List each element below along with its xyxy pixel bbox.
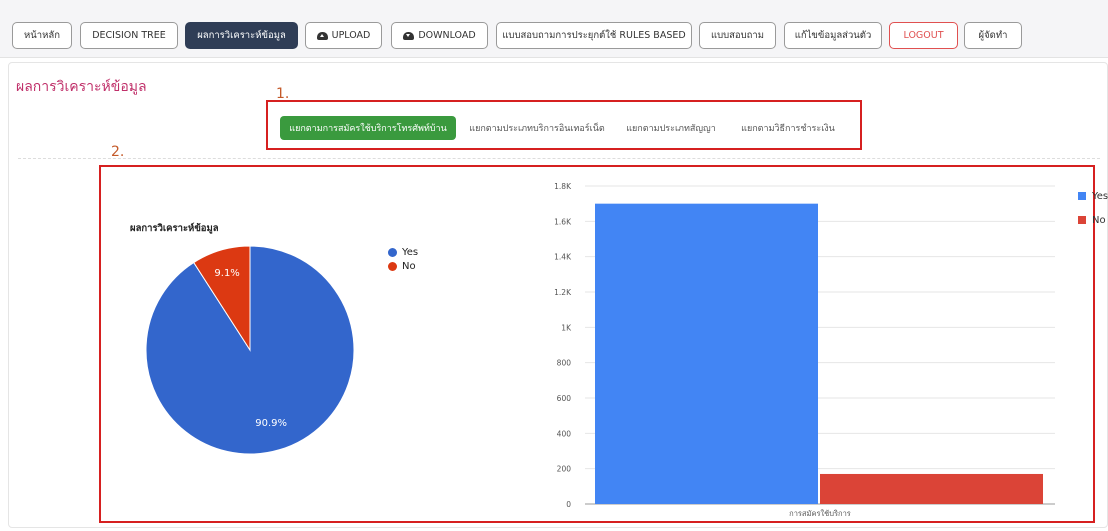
y-tick-label: 1.8K bbox=[554, 182, 572, 191]
nav-download-label: DOWNLOAD bbox=[418, 30, 476, 41]
tab-contract-type[interactable]: แยกตามประเภทสัญญา bbox=[620, 116, 722, 140]
nav-home-button[interactable]: หน้าหลัก bbox=[12, 22, 72, 49]
y-tick-label: 400 bbox=[557, 429, 572, 438]
tab-payment-method[interactable]: แยกตามวิธีการชำระเงิน bbox=[732, 116, 844, 140]
tab-home-phone-label: แยกตามการสมัครใช้บริการโทรศัพท์บ้าน bbox=[289, 124, 447, 134]
nav-logout-button[interactable]: LOGOUT bbox=[889, 22, 958, 49]
y-tick-label: 1K bbox=[561, 323, 572, 332]
nav-rules-survey-button[interactable]: แบบสอบถามการประยุกต์ใช้ RULES BASED bbox=[496, 22, 692, 49]
tab-payment-method-label: แยกตามวิธีการชำระเงิน bbox=[741, 124, 835, 134]
nav-decision-tree-label: DECISION TREE bbox=[92, 30, 166, 41]
y-tick-label: 0 bbox=[566, 500, 571, 509]
bar-legend-yes: Yes bbox=[1078, 184, 1108, 208]
legend-no-dot bbox=[388, 261, 397, 271]
bar-no[interactable] bbox=[820, 473, 1043, 504]
y-tick-label: 200 bbox=[557, 465, 572, 474]
nav-authors-button[interactable]: ผู้จัดทำ bbox=[964, 22, 1022, 49]
bar-chart: 0 200 400 600 800 1K 1.2K 1.4K 1.6K 1.8K การสมัครใ… bbox=[554, 182, 1055, 518]
nav-logout-label: LOGOUT bbox=[903, 30, 944, 41]
cloud-download-icon bbox=[403, 31, 415, 40]
legend-yes-square bbox=[1078, 192, 1086, 200]
pie-slice-label-no: 9.1% bbox=[214, 268, 239, 279]
nav-edit-profile-label: แก้ไขข้อมูลส่วนตัว bbox=[794, 30, 872, 41]
bar-legend: Yes No bbox=[1078, 184, 1108, 232]
nav-authors-label: ผู้จัดทำ bbox=[978, 30, 1008, 41]
nav-analysis-button[interactable]: ผลการวิเคราะห์ข้อมูล bbox=[185, 22, 298, 49]
nav-rules-survey-label: แบบสอบถามการประยุกต์ใช้ RULES BASED bbox=[502, 30, 686, 41]
legend-no-square bbox=[1078, 216, 1086, 224]
nav-home-label: หน้าหลัก bbox=[24, 30, 60, 41]
nav-upload-label: UPLOAD bbox=[331, 30, 371, 41]
nav-download-button[interactable]: DOWNLOAD bbox=[391, 22, 488, 49]
cloud-upload-icon bbox=[316, 31, 328, 40]
pie-legend: Yes No bbox=[388, 245, 418, 273]
y-tick-label: 1.6K bbox=[554, 217, 572, 226]
tab-internet-service[interactable]: แยกตามประเภทบริการอินเทอร์เน็ต bbox=[462, 116, 612, 140]
pie-legend-no-label: No bbox=[402, 260, 416, 272]
tab-internet-service-label: แยกตามประเภทบริการอินเทอร์เน็ต bbox=[469, 124, 605, 134]
pie-slice-label-yes: 90.9% bbox=[255, 418, 287, 429]
legend-yes-dot bbox=[388, 247, 397, 257]
bar-legend-no-label: No bbox=[1092, 214, 1106, 226]
pie-chart-title: ผลการวิเคราะห์ข้อมูล bbox=[130, 223, 219, 234]
nav-edit-profile-button[interactable]: แก้ไขข้อมูลส่วนตัว bbox=[784, 22, 882, 49]
section-divider bbox=[18, 158, 1100, 159]
page-title: ผลการวิเคราะห์ข้อมูล bbox=[16, 79, 147, 95]
bar-yes[interactable] bbox=[595, 203, 818, 504]
nav-upload-button[interactable]: UPLOAD bbox=[305, 22, 382, 49]
nav-survey-label: แบบสอบถาม bbox=[710, 30, 765, 41]
y-tick-label: 600 bbox=[557, 394, 572, 403]
pie-legend-yes-label: Yes bbox=[402, 246, 419, 258]
pie-legend-no: No bbox=[388, 259, 418, 273]
tab-home-phone[interactable]: แยกตามการสมัครใช้บริการโทรศัพท์บ้าน bbox=[280, 116, 456, 140]
nav-analysis-label: ผลการวิเคราะห์ข้อมูล bbox=[197, 30, 286, 41]
nav-decision-tree-button[interactable]: DECISION TREE bbox=[80, 22, 178, 49]
pie-legend-yes: Yes bbox=[388, 245, 418, 259]
top-nav: หน้าหลัก DECISION TREE ผลการวิเคราะห์ข้อ… bbox=[0, 0, 1108, 58]
y-tick-label: 1.2K bbox=[554, 288, 572, 297]
y-tick-label: 800 bbox=[557, 359, 572, 368]
x-category-label: การสมัครใช้บริการ bbox=[789, 509, 851, 518]
bar-legend-yes-label: Yes bbox=[1092, 190, 1108, 202]
nav-survey-button[interactable]: แบบสอบถาม bbox=[699, 22, 776, 49]
bar-legend-no: No bbox=[1078, 208, 1108, 232]
y-tick-label: 1.4K bbox=[554, 253, 572, 262]
tab-contract-type-label: แยกตามประเภทสัญญา bbox=[626, 124, 716, 134]
pie-chart: 90.9% 9.1% bbox=[145, 245, 355, 455]
